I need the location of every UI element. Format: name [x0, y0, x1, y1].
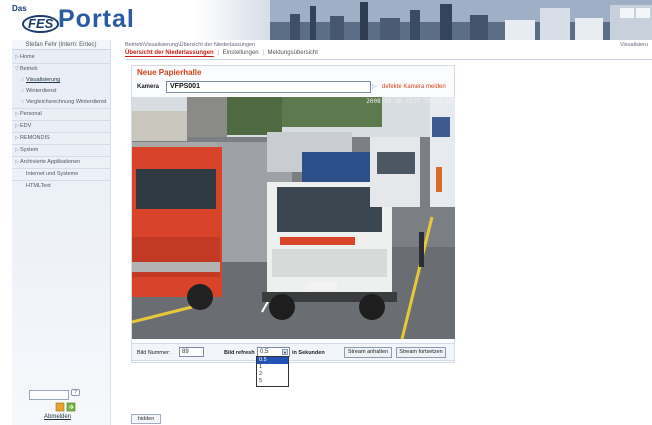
camera-select[interactable]: VFPS001: [166, 81, 371, 93]
logo-das: Das: [12, 4, 27, 13]
camera-scene: [132, 97, 455, 339]
sidebar-item-remondis[interactable]: ▷ REMONDIS: [12, 133, 110, 145]
refresh-option[interactable]: 1: [257, 364, 288, 371]
bullet-icon: ○: [21, 99, 25, 105]
header-banner: Das FES Portal: [0, 0, 652, 40]
logout-icon[interactable]: [55, 402, 77, 412]
fes-portal-logo[interactable]: Das FES Portal: [8, 3, 136, 37]
refresh-dropdown-list: 0.5 1 2 5: [256, 356, 289, 387]
refresh-option[interactable]: 0.5: [257, 357, 288, 364]
sidebar-item-betrieb[interactable]: ▽ Betrieb: [12, 64, 110, 75]
sidebar-item-edv[interactable]: ▷ EDV: [12, 121, 110, 133]
stream-controls: Bild Nummer: 89 Bild refresh 0.5 ▼ in Se…: [131, 343, 455, 361]
sidebar-item-label: EDV: [20, 123, 32, 129]
tab-divider: [125, 59, 652, 60]
camera-selector-row: Kamera VFPS001 ▷ defekte Kamera melden: [131, 80, 455, 95]
collapse-arrow-icon: ▷: [15, 111, 19, 117]
collapse-arrow-icon: ▷: [15, 54, 19, 60]
chevron-down-icon[interactable]: ▼: [282, 349, 288, 355]
sidebar-item-label: Visualisierung: [26, 77, 61, 83]
sidebar-item-label: Winterdienst: [26, 88, 57, 94]
collapse-arrow-icon: ▷: [15, 123, 19, 129]
help-icon[interactable]: ?: [71, 389, 80, 396]
logo-fes: FES: [22, 15, 60, 33]
sidebar-item-label: Betrieb: [20, 66, 38, 72]
report-defective-camera-link[interactable]: defekte Kamera melden: [382, 84, 446, 90]
collapse-arrow-icon: ▷: [15, 159, 19, 165]
section-label: Visualisieru: [619, 42, 648, 48]
expand-arrow-icon: ▽: [15, 66, 19, 72]
sidebar-item-label: REMONDIS: [20, 135, 50, 141]
sidebar-item-label: Internet und Systeme: [26, 171, 79, 177]
camera-timestamp: 2008-09-16 CEST 10:48:00: [366, 98, 453, 105]
collapse-arrow-icon: ▷: [15, 135, 19, 141]
sidebar-item-htmltext[interactable]: HTMLText: [12, 181, 110, 192]
sidebar-item-label: Archivierte Applikationen: [20, 159, 81, 165]
breadcrumb: Betrieb\Visualisierung\Übersicht der Nie…: [125, 42, 256, 48]
collapse-arrow-icon: ▷: [15, 147, 19, 153]
tab-einstellungen[interactable]: Einstellungen: [223, 50, 259, 56]
seconds-label: in Sekunden: [292, 350, 325, 356]
tab-separator: |: [217, 50, 219, 56]
refresh-option[interactable]: 2: [257, 371, 288, 378]
sidebar-item-system[interactable]: ▷ System: [12, 145, 110, 157]
sidebar: Stefan Fehr (Intern: Entec) ▷ Home ▽ Bet…: [12, 40, 111, 425]
sidebar-item-label: HTMLText: [26, 183, 51, 189]
tab-bar: Übersicht der Niederlassungen | Einstell…: [125, 50, 320, 57]
sidebar-item-vergleichsrechnung[interactable]: ○ Vergleichsrechnung Winterdienst: [12, 97, 110, 109]
current-user: Stefan Fehr (Intern: Entec): [12, 40, 110, 50]
sidebar-item-label: Personal: [20, 111, 42, 117]
refresh-select-value: 0.5: [260, 349, 269, 355]
sidebar-item-visualisierung[interactable]: ○ Visualisierung: [12, 75, 110, 86]
logout-link[interactable]: Abmelden: [44, 414, 71, 420]
quick-input[interactable]: [29, 390, 69, 400]
sidebar-item-label: Home: [20, 54, 35, 60]
sidebar-nav: ▷ Home ▽ Betrieb ○ Visualisierung ○ Wint…: [12, 50, 110, 192]
tab-uebersicht-niederlassungen[interactable]: Übersicht der Niederlassungen: [125, 50, 214, 57]
sidebar-item-home[interactable]: ▷ Home: [12, 52, 110, 64]
sidebar-item-label: System: [20, 147, 39, 153]
camera-stream-image: 2008-09-16 CEST 10:48:00: [132, 97, 455, 339]
image-number-field[interactable]: 89: [179, 347, 204, 357]
panel-title: Neue Papierhalle: [137, 68, 202, 77]
logo-portal: Portal: [58, 5, 135, 33]
tab-meldungsuebersicht[interactable]: Meldungsübersicht: [268, 50, 318, 56]
camera-label: Kamera: [137, 84, 160, 90]
arrow-right-icon: ▷: [372, 84, 377, 90]
image-number-label: Bild Nummer:: [137, 350, 171, 356]
sidebar-item-winterdienst[interactable]: ○ Winterdienst: [12, 86, 110, 97]
sidebar-item-label: Vergleichsrechnung Winterdienst: [26, 99, 107, 105]
tab-separator: |: [262, 50, 264, 56]
continue-stream-button[interactable]: Stream fortsetzen: [396, 347, 446, 358]
sidebar-item-internet-und-systeme[interactable]: Internet und Systeme: [12, 169, 110, 181]
stop-stream-button[interactable]: Stream anhalten: [344, 347, 392, 358]
sidebar-item-archivierte-applikationen[interactable]: ▷ Archivierte Applikationen: [12, 157, 110, 169]
sidebar-item-personal[interactable]: ▷ Personal: [12, 109, 110, 121]
refresh-label: Bild refresh: [224, 350, 255, 356]
bullet-icon: ○: [21, 88, 25, 94]
bullet-icon: ○: [21, 77, 25, 83]
city-skyline-image: [270, 0, 652, 40]
hidden-button[interactable]: hidden: [131, 414, 161, 424]
refresh-option[interactable]: 5: [257, 378, 288, 385]
